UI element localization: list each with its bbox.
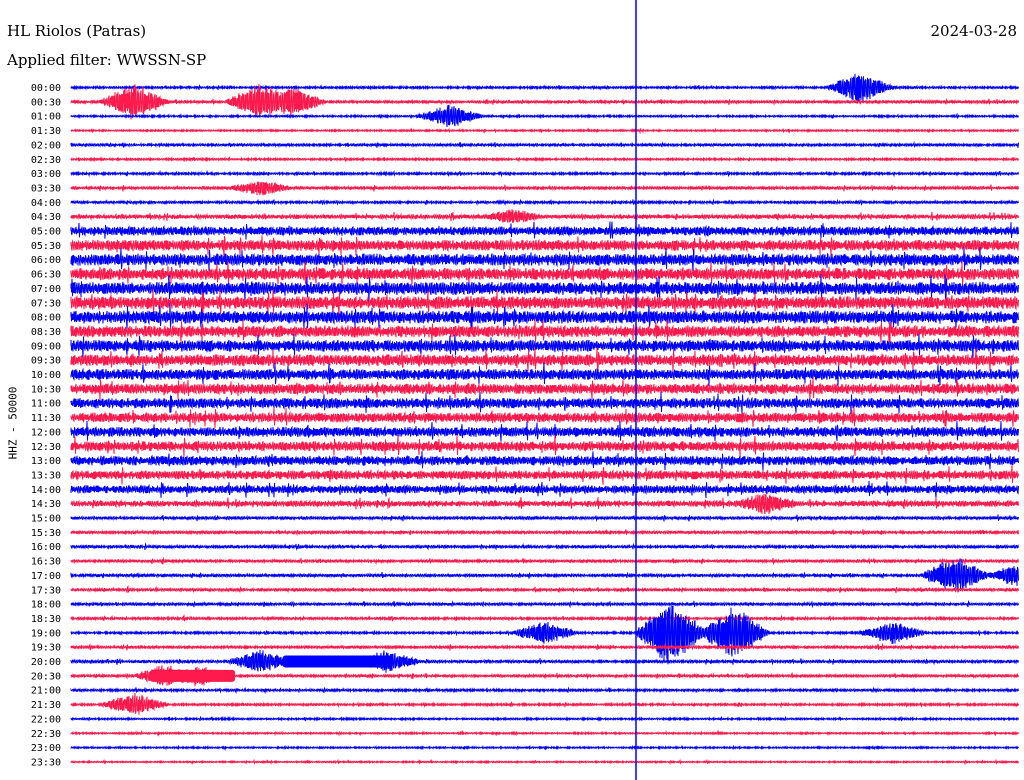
row-time-label: 16:00: [31, 542, 61, 553]
row-time-label: 22:30: [31, 729, 61, 740]
row-time-label: 10:00: [31, 370, 61, 381]
trace-row: [70, 614, 1019, 622]
row-time-label: 09:00: [31, 341, 61, 352]
row-time-label: 18:30: [31, 614, 61, 625]
row-time-label: 02:00: [31, 140, 61, 151]
trace-row: [70, 104, 1019, 128]
trace-row: [70, 391, 1019, 415]
trace-row: [70, 558, 1019, 593]
row-time-label: 07:30: [31, 298, 61, 309]
trace-row: [70, 169, 1019, 178]
row-time-label: 20:00: [31, 657, 61, 668]
row-time-label: 10:30: [31, 384, 61, 395]
trace-row: [70, 221, 1019, 240]
row-time-label: 21:30: [31, 700, 61, 711]
row-time-label: 22:00: [31, 714, 61, 725]
row-time-label: 12:00: [31, 427, 61, 438]
row-time-label: 07:00: [31, 284, 61, 295]
trace-row: [70, 599, 1019, 609]
row-time-label: 11:30: [31, 413, 61, 424]
row-time-label: 04:00: [31, 198, 61, 209]
row-time-label: 04:30: [31, 212, 61, 223]
row-time-label: 08:00: [31, 313, 61, 324]
trace-row: [70, 73, 1019, 103]
row-time-label: 05:30: [31, 241, 61, 252]
row-time-label: 14:00: [31, 485, 61, 496]
trace-row: [70, 686, 1019, 695]
trace-row: [70, 605, 1019, 665]
row-time-label: 01:30: [31, 126, 61, 137]
row-time-label: 03:30: [31, 183, 61, 194]
row-time-label: 02:30: [31, 155, 61, 166]
trace-row: [70, 451, 1019, 471]
row-time-label: 19:00: [31, 628, 61, 639]
row-time-label: 23:30: [31, 757, 61, 768]
trace-row: [70, 155, 1019, 163]
trace-row: [70, 715, 1019, 722]
trace-row: [70, 729, 1019, 737]
saturated-segment: [282, 655, 393, 668]
trace-row: [70, 642, 1019, 652]
row-time-label: 21:00: [31, 686, 61, 697]
row-time-label: 06:00: [31, 255, 61, 266]
row-time-label: 06:30: [31, 270, 61, 281]
trace-row: [70, 420, 1019, 442]
row-time-label: 13:00: [31, 456, 61, 467]
row-time-label: 13:30: [31, 470, 61, 481]
row-time-label: 17:00: [31, 571, 61, 582]
row-time-label: 03:00: [31, 169, 61, 180]
trace-row: [70, 584, 1019, 594]
trace-row: [70, 529, 1019, 537]
row-time-label: 23:00: [31, 743, 61, 754]
row-time-label: 15:00: [31, 514, 61, 525]
row-time-label: 00:00: [31, 83, 61, 94]
trace-row: [70, 556, 1019, 566]
trace-row: [70, 198, 1019, 207]
trace-row: [70, 141, 1019, 149]
trace-row: [70, 758, 1019, 766]
trace-row: [70, 692, 1019, 715]
row-time-label: 20:30: [31, 671, 61, 682]
row-time-label: 05:00: [31, 227, 61, 238]
trace-row: [70, 480, 1019, 499]
trace-row: [70, 435, 1019, 457]
trace-row: [70, 181, 1019, 196]
trace-row: [70, 744, 1019, 752]
row-time-label: 16:30: [31, 557, 61, 568]
row-time-label: 11:00: [31, 399, 61, 410]
trace-row: [70, 465, 1019, 485]
row-time-label: 17:30: [31, 585, 61, 596]
row-time-label: 14:30: [31, 499, 61, 510]
row-time-label: 12:30: [31, 442, 61, 453]
trace-row: [70, 246, 1019, 273]
row-time-label: 19:30: [31, 643, 61, 654]
saturated-segment: [149, 669, 236, 682]
trace-row: [70, 362, 1019, 386]
trace-row: [70, 406, 1019, 429]
trace-row: [70, 347, 1019, 373]
row-time-label: 15:30: [31, 528, 61, 539]
trace-row: [70, 333, 1019, 359]
trace-row: [70, 492, 1019, 515]
trace-row: [70, 127, 1019, 135]
row-time-label: 08:30: [31, 327, 61, 338]
row-time-label: 09:30: [31, 356, 61, 367]
trace-row: [70, 649, 1019, 673]
trace-row: [70, 514, 1019, 523]
trace-row: [70, 235, 1019, 257]
row-time-label: 00:30: [31, 97, 61, 108]
trace-row: [70, 209, 1019, 224]
trace-row: [70, 542, 1019, 551]
seismogram-plot: 00:00 00:30 01:00 01:30 02:00 02:30 03:00 03:30…: [31, 0, 1019, 780]
row-time-label: 01:00: [31, 112, 61, 123]
row-time-label: 18:00: [31, 600, 61, 611]
